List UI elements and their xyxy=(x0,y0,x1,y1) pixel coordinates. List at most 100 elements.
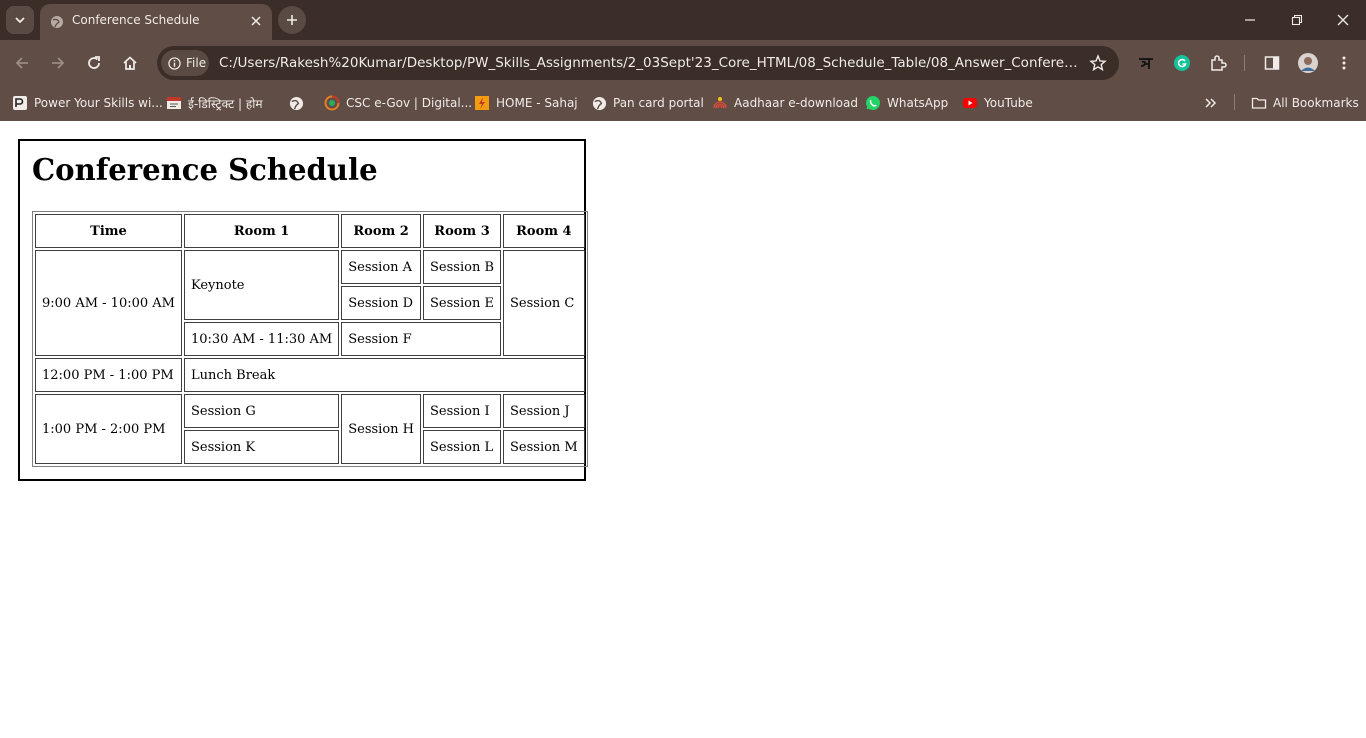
tab-search-button[interactable] xyxy=(6,6,34,34)
session-g-cell: Session G xyxy=(183,394,340,428)
table-row: 9:00 AM - 10:00 AM Keynote Session A Ses… xyxy=(35,250,585,356)
address-bar[interactable]: File C:/Users/Rakesh%20Kumar/Desktop/PW_… xyxy=(157,46,1119,80)
session-k-cell: Session K xyxy=(183,430,340,464)
session-l-cell: Session L xyxy=(423,430,501,464)
time-cell: 1:00 PM - 2:00 PM xyxy=(35,394,182,464)
bookmark-aadhaar[interactable]: Aadhaar e-download xyxy=(712,92,858,114)
home-button[interactable] xyxy=(118,51,142,75)
restore-icon xyxy=(1291,14,1303,26)
arrow-left-icon xyxy=(15,57,28,69)
header-room-1: Room 1 xyxy=(183,214,340,248)
globe-icon xyxy=(591,95,607,111)
info-icon xyxy=(168,56,181,70)
session-a-cell: Session A xyxy=(341,250,422,284)
bookmark-label: YouTube xyxy=(984,96,1033,110)
schedule-table: Time Room 1 Room 2 Room 3 Room 4 9:00 AM… xyxy=(32,211,588,467)
sahaj-icon xyxy=(474,95,490,111)
all-bookmarks-label: All Bookmarks xyxy=(1273,96,1359,110)
reload-icon xyxy=(88,56,100,69)
table-row: 1:00 PM - 2:00 PM Session G Session H Se… xyxy=(35,394,585,464)
plus-icon xyxy=(287,15,297,25)
session-f-cell: Session F xyxy=(341,322,501,356)
keynote-cell: Keynote xyxy=(183,250,340,320)
table-row: 12:00 PM - 1:00 PM Lunch Break xyxy=(35,358,585,392)
bookmark-sahaj[interactable]: HOME - Sahaj xyxy=(474,92,578,114)
bookmarks-bar: Power Your Skills wi... ई-डिस्ट्रिक्ट | … xyxy=(0,86,1366,121)
chevron-down-icon xyxy=(15,17,25,24)
side-panel-icon[interactable] xyxy=(1260,51,1284,75)
bookmark-pw-skills[interactable]: Power Your Skills wi... xyxy=(12,92,163,114)
e-district-icon xyxy=(166,95,182,111)
header-room-2: Room 2 xyxy=(341,214,422,248)
bookmarks-overflow-button[interactable] xyxy=(1203,92,1219,114)
folder-icon xyxy=(1251,95,1267,111)
session-m-cell: Session M xyxy=(503,430,585,464)
grammarly-icon[interactable] xyxy=(1170,51,1194,75)
bookmarks-divider xyxy=(1234,94,1235,110)
whatsapp-icon xyxy=(865,95,881,111)
aadhaar-icon xyxy=(712,95,728,111)
bookmark-label: Pan card portal xyxy=(613,96,704,110)
close-window-button[interactable] xyxy=(1331,8,1355,32)
bookmark-e-district[interactable]: ई-डिस्ट्रिक्ट | होम xyxy=(166,92,263,114)
profile-avatar[interactable] xyxy=(1296,51,1320,75)
tab-title: Conference Schedule xyxy=(72,13,200,27)
session-e-cell: Session E xyxy=(423,286,501,320)
session-d-cell: Session D xyxy=(341,286,422,320)
bookmark-label: Aadhaar e-download xyxy=(734,96,858,110)
session-c-cell: Session C xyxy=(503,250,585,356)
minimize-button[interactable] xyxy=(1238,8,1262,32)
schedule-container: Conference Schedule Time Room 1 Room 2 R… xyxy=(18,139,588,481)
time-cell: 9:00 AM - 10:00 AM xyxy=(35,250,182,356)
bookmark-label: CSC e-Gov | Digital... xyxy=(346,96,473,110)
arrow-right-icon xyxy=(52,57,65,69)
pw-skills-icon xyxy=(12,95,28,111)
bookmark-label: ई-डिस्ट्रिक्ट | होम xyxy=(188,96,263,111)
double-chevron-right-icon xyxy=(1203,95,1219,111)
more-menu-icon[interactable] xyxy=(1332,51,1356,75)
bookmark-pan-card[interactable]: Pan card portal xyxy=(591,92,704,114)
toolbar: File C:/Users/Rakesh%20Kumar/Desktop/PW_… xyxy=(0,40,1366,86)
header-room-3: Room 3 xyxy=(423,214,501,248)
page-title: Conference Schedule xyxy=(32,153,378,188)
reload-button[interactable] xyxy=(82,51,106,75)
tab-active[interactable]: Conference Schedule xyxy=(40,4,272,40)
session-i-cell: Session I xyxy=(423,394,501,428)
close-tab-icon[interactable] xyxy=(248,13,264,29)
page-content: Conference Schedule Time Room 1 Room 2 R… xyxy=(0,121,1366,738)
bookmark-label: Power Your Skills wi... xyxy=(34,96,163,110)
minimize-icon xyxy=(1245,19,1255,21)
youtube-icon xyxy=(962,95,978,111)
tab-strip: Conference Schedule xyxy=(0,0,1366,40)
header-room-4: Room 4 xyxy=(503,214,585,248)
table-header-row: Time Room 1 Room 2 Room 3 Room 4 xyxy=(35,214,585,248)
close-icon xyxy=(1337,14,1349,26)
bookmark-star-icon[interactable] xyxy=(1089,54,1107,76)
bookmark-whatsapp[interactable]: WhatsApp xyxy=(865,92,948,114)
csc-icon xyxy=(324,95,340,111)
session-h-cell: Session H xyxy=(341,394,422,464)
session-b-cell: Session B xyxy=(423,250,501,284)
restore-button[interactable] xyxy=(1285,8,1309,32)
url-text[interactable]: C:/Users/Rakesh%20Kumar/Desktop/PW_Skill… xyxy=(219,55,1079,71)
hindi-input-icon[interactable] xyxy=(1134,51,1158,75)
bookmark-label: WhatsApp xyxy=(887,96,949,110)
site-info-chip[interactable]: File xyxy=(161,50,209,76)
lunch-break-cell: Lunch Break xyxy=(183,358,585,392)
session-j-cell: Session J xyxy=(503,394,585,428)
bookmark-youtube[interactable]: YouTube xyxy=(962,92,1033,114)
home-icon xyxy=(123,56,137,70)
bookmark-label: HOME - Sahaj xyxy=(496,96,578,110)
extensions-icon[interactable] xyxy=(1206,51,1230,75)
header-time: Time xyxy=(35,214,182,248)
new-tab-button[interactable] xyxy=(278,6,306,34)
globe-icon xyxy=(50,14,64,33)
back-button[interactable] xyxy=(10,51,34,75)
toolbar-divider xyxy=(1244,55,1245,71)
all-bookmarks-button[interactable]: All Bookmarks xyxy=(1251,92,1359,114)
time-cell: 10:30 AM - 11:30 AM xyxy=(183,322,340,356)
forward-button[interactable] xyxy=(46,51,70,75)
time-cell: 12:00 PM - 1:00 PM xyxy=(35,358,182,392)
bookmark-csc[interactable]: CSC e-Gov | Digital... xyxy=(324,92,472,114)
bookmark-globe[interactable] xyxy=(288,92,304,114)
